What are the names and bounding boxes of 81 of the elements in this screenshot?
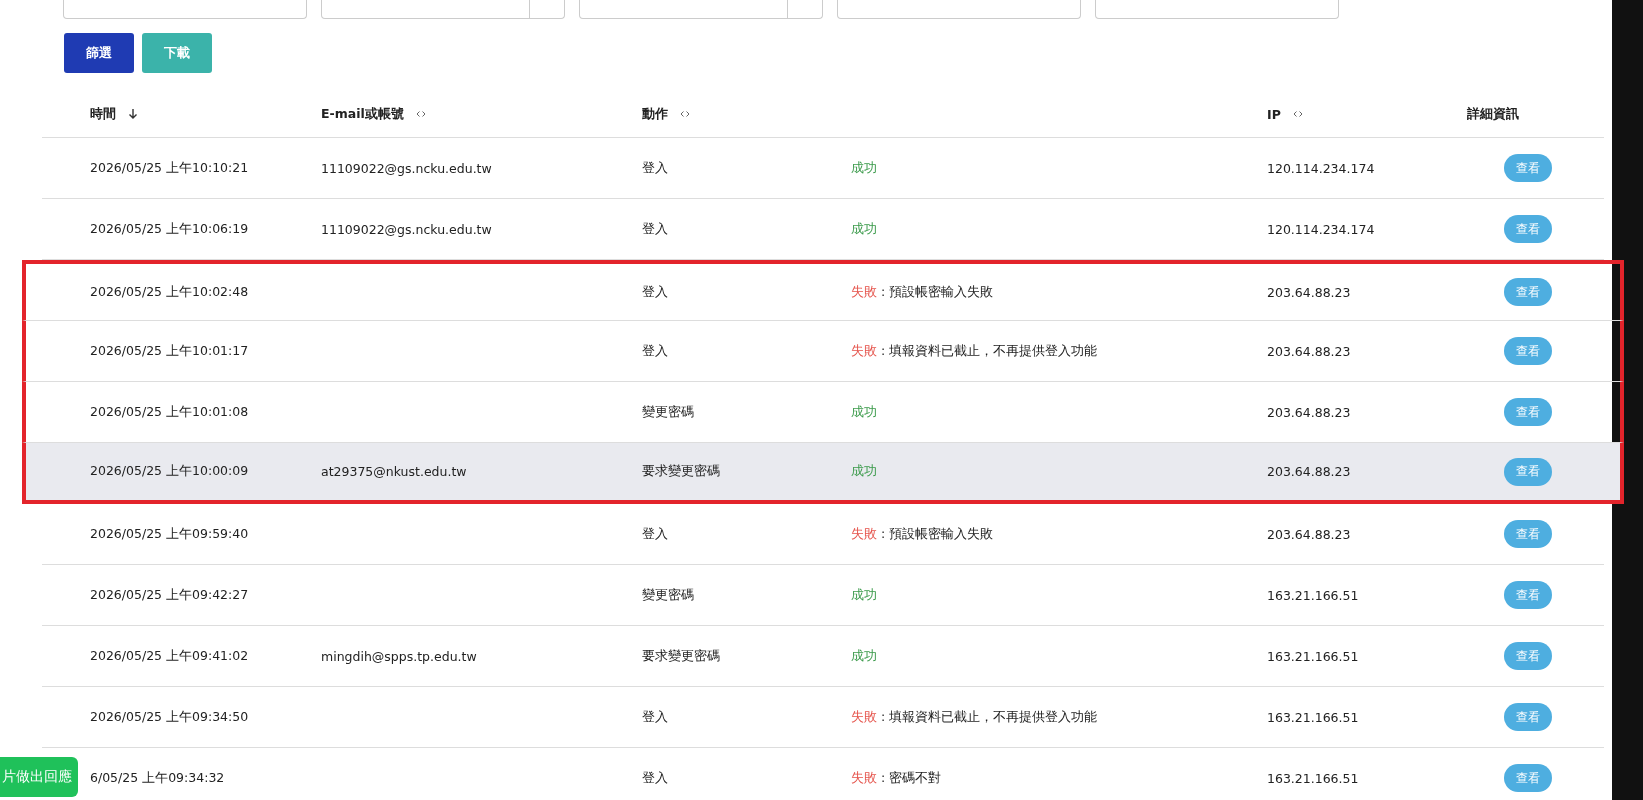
reason-text: : 填報資料已截止，不再提供登入功能: [881, 708, 1098, 726]
feedback-button[interactable]: 片做出回應: [0, 757, 78, 797]
status-text: 成功: [851, 586, 877, 604]
ip-text: 120.114.234.174: [1267, 221, 1375, 237]
view-button[interactable]: 查看: [1504, 154, 1552, 182]
status-text: 成功: [851, 220, 877, 238]
action-text: 變更密碼: [642, 403, 694, 421]
time-text: 2026/05/25 上午09:42:27: [90, 586, 249, 604]
view-button[interactable]: 查看: [1504, 278, 1552, 306]
column-header: IP: [1267, 106, 1281, 122]
time-text: 2026/05/25 上午10:00:09: [90, 463, 249, 480]
view-button[interactable]: 查看: [1504, 215, 1552, 243]
time-text: 2026/05/25 上午10:10:21: [90, 159, 249, 177]
ip-text: 203.64.88.23: [1267, 464, 1351, 479]
time-text: 2026/05/25 上午10:01:08: [90, 403, 249, 421]
ip-text: 120.114.234.174: [1267, 160, 1375, 176]
action-text: 要求變更密碼: [642, 463, 720, 480]
input-field[interactable]: [837, 0, 1081, 19]
status-text: 失敗: [851, 342, 877, 360]
ip-text: 203.64.88.23: [1267, 284, 1351, 300]
ip-text: 203.64.88.23: [1267, 526, 1351, 542]
status-text: 失敗: [851, 283, 877, 301]
reason-text: : 密碼不對: [881, 769, 942, 787]
column-header: 時間: [90, 105, 116, 123]
input-field[interactable]: [63, 0, 307, 19]
reason-text: : 預設帳密輸入失敗: [881, 525, 994, 543]
sort-icon[interactable]: [415, 110, 426, 118]
action-text: 變更密碼: [642, 586, 694, 604]
time-text: 2026/05/25 上午09:59:40: [90, 525, 249, 543]
view-button[interactable]: 查看: [1504, 520, 1552, 548]
account-text: 11109022@gs.ncku.edu.tw: [321, 221, 492, 237]
status-text: 成功: [851, 647, 877, 665]
filter-button[interactable]: 篩選: [64, 33, 134, 73]
reason-text: : 預設帳密輸入失敗: [881, 283, 994, 301]
action-text: 登入: [642, 159, 668, 177]
reason-text: : 填報資料已截止，不再提供登入功能: [881, 342, 1098, 360]
select-field[interactable]: [579, 0, 823, 19]
time-text: 2026/05/25 上午10:01:17: [90, 342, 249, 360]
ip-text: 163.21.166.51: [1267, 770, 1359, 786]
time-text: 6/05/25 上午09:34:32: [90, 769, 225, 787]
ip-text: 163.21.166.51: [1267, 709, 1359, 725]
action-text: 登入: [642, 525, 668, 543]
view-button[interactable]: 查看: [1504, 457, 1552, 486]
account-text: at29375@nkust.edu.tw: [321, 464, 467, 479]
download-button[interactable]: 下載: [142, 33, 212, 73]
status-text: 成功: [851, 159, 877, 177]
column-header: 詳細資訊: [1467, 105, 1519, 123]
ip-text: 203.64.88.23: [1267, 343, 1351, 359]
sort-icon[interactable]: [1292, 110, 1303, 118]
ip-text: 203.64.88.23: [1267, 404, 1351, 420]
action-text: 登入: [642, 342, 668, 360]
view-button[interactable]: 查看: [1504, 337, 1552, 365]
view-button[interactable]: 查看: [1504, 764, 1552, 792]
select-field[interactable]: [321, 0, 565, 19]
sort-icon[interactable]: [680, 110, 690, 118]
view-button[interactable]: 查看: [1504, 642, 1552, 670]
time-text: 2026/05/25 上午09:34:50: [90, 708, 249, 726]
time-text: 2026/05/25 上午09:41:02: [90, 647, 249, 665]
ip-text: 163.21.166.51: [1267, 587, 1359, 603]
view-button[interactable]: 查看: [1504, 398, 1552, 426]
column-header: E-mail或帳號: [321, 105, 404, 123]
column-header: 動作: [642, 105, 668, 123]
action-text: 登入: [642, 769, 668, 787]
status-text: 成功: [851, 463, 877, 480]
status-text: 失敗: [851, 708, 877, 726]
action-text: 登入: [642, 708, 668, 726]
action-text: 登入: [642, 283, 668, 301]
time-text: 2026/05/25 上午10:06:19: [90, 220, 249, 238]
sort-down-arrow-icon[interactable]: [128, 108, 138, 120]
ip-text: 163.21.166.51: [1267, 648, 1359, 664]
action-text: 登入: [642, 220, 668, 238]
status-text: 失敗: [851, 769, 877, 787]
view-button[interactable]: 查看: [1504, 581, 1552, 609]
input-field[interactable]: [1095, 0, 1339, 19]
view-button[interactable]: 查看: [1504, 703, 1552, 731]
account-text: 11109022@gs.ncku.edu.tw: [321, 160, 492, 176]
status-text: 成功: [851, 403, 877, 421]
status-text: 失敗: [851, 525, 877, 543]
action-text: 要求變更密碼: [642, 647, 720, 665]
account-text: mingdih@spps.tp.edu.tw: [321, 648, 477, 664]
time-text: 2026/05/25 上午10:02:48: [90, 283, 249, 301]
